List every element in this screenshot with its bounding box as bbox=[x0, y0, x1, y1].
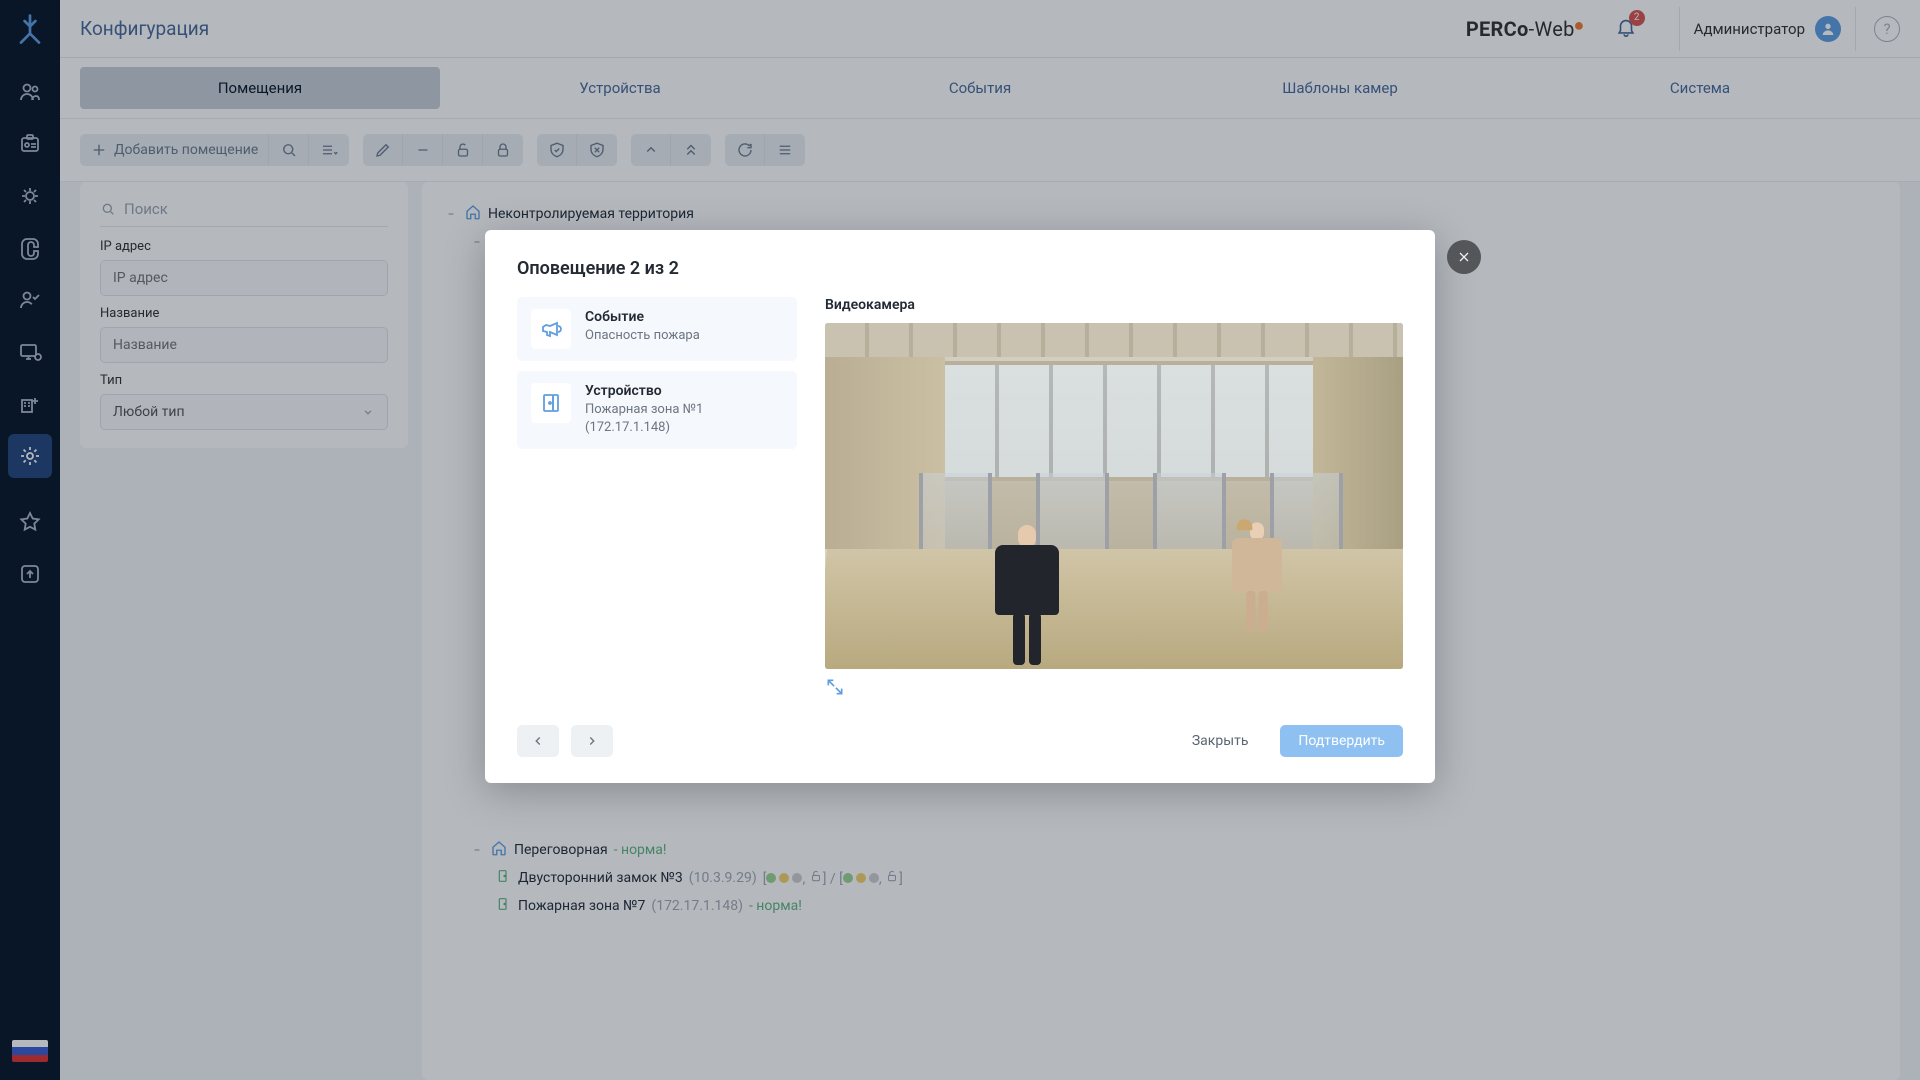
close-button[interactable]: Закрыть bbox=[1174, 725, 1267, 757]
device-heading: Устройство bbox=[585, 383, 703, 399]
expand-button[interactable] bbox=[825, 677, 845, 697]
prev-button[interactable] bbox=[517, 725, 559, 757]
event-card: Событие Опасность пожара bbox=[517, 297, 797, 361]
camera-person bbox=[995, 525, 1059, 665]
event-value: Опасность пожара bbox=[585, 327, 700, 345]
camera-frame bbox=[825, 323, 1403, 669]
device-value: Пожарная зона №1(172.17.1.148) bbox=[585, 401, 703, 437]
megaphone-icon bbox=[531, 309, 571, 349]
camera-person bbox=[1232, 522, 1282, 631]
confirm-button[interactable]: Подтвердить bbox=[1280, 725, 1403, 757]
event-heading: Событие bbox=[585, 309, 700, 325]
modal-title: Оповещение 2 из 2 bbox=[485, 258, 1435, 297]
next-button[interactable] bbox=[571, 725, 613, 757]
notification-modal: Оповещение 2 из 2 Событие Опасность пожа… bbox=[485, 230, 1435, 783]
device-card: Устройство Пожарная зона №1(172.17.1.148… bbox=[517, 371, 797, 449]
modal-close-button[interactable] bbox=[1447, 240, 1481, 274]
camera-heading: Видеокамера bbox=[825, 297, 1403, 313]
door-icon bbox=[531, 383, 571, 423]
